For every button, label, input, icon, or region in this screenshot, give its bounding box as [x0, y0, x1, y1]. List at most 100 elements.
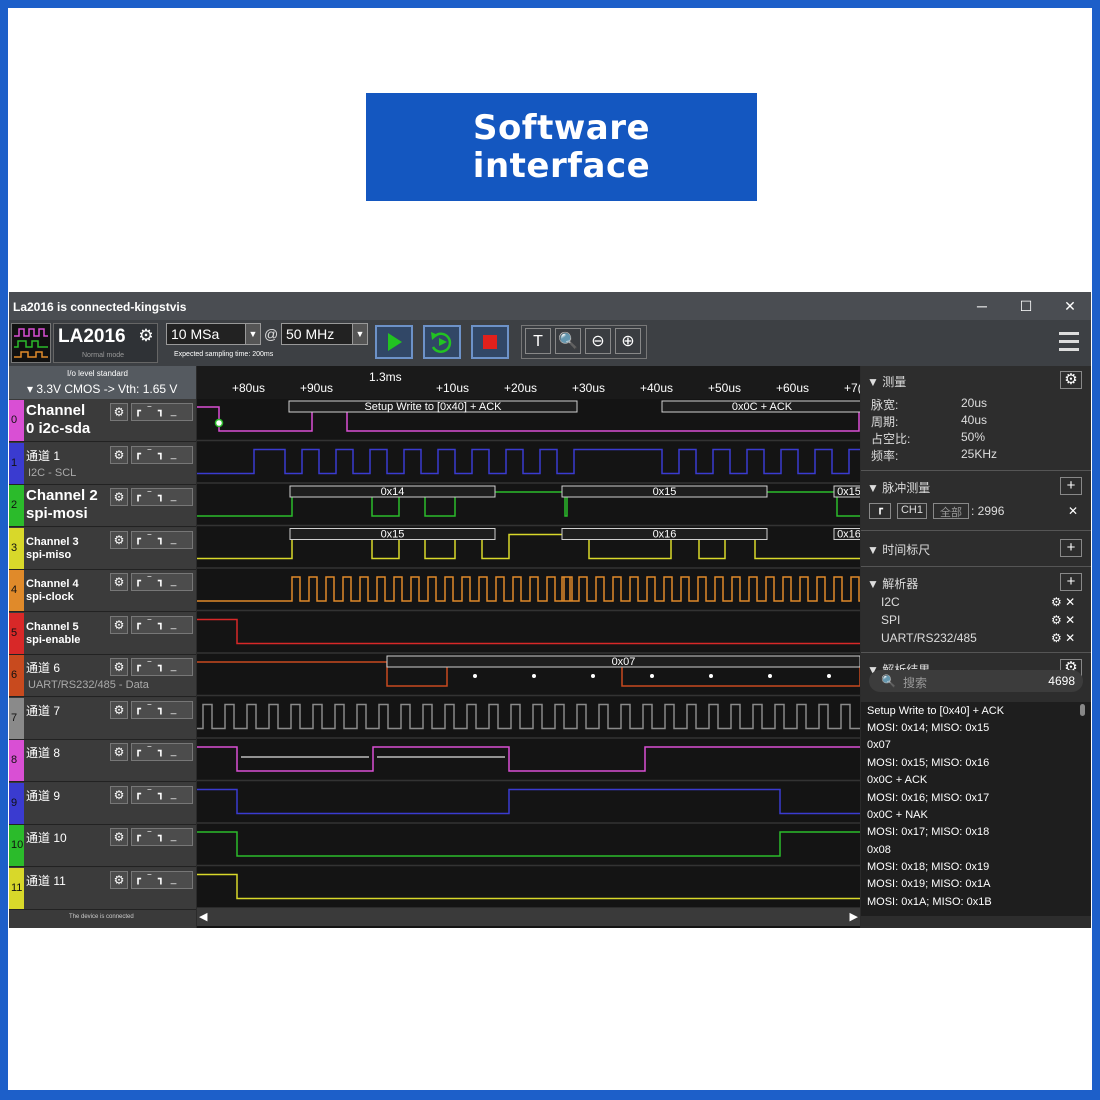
- channel-row[interactable]: 4 Channel 4 spi-clock ⚙ ┏ ‾ ┓ _: [9, 570, 196, 612]
- result-item[interactable]: MOSI: 0x17; MISO: 0x18: [867, 826, 989, 838]
- trigger-selector[interactable]: ┏ ‾ ┓ _: [131, 530, 193, 549]
- trigger-selector[interactable]: ┏ ‾ ┓ _: [131, 445, 193, 464]
- sample-count-select[interactable]: 10 MSa: [166, 323, 246, 345]
- channel-row[interactable]: 5 Channel 5 spi-enable ⚙ ┏ ‾ ┓ _: [9, 612, 196, 655]
- channel-row[interactable]: 11 通道 11 ⚙ ┏ ‾ ┓ _: [9, 867, 196, 910]
- results-scrollbar[interactable]: [1080, 704, 1085, 716]
- hamburger-menu-icon[interactable]: [1059, 332, 1079, 356]
- result-item[interactable]: Setup Write to [0x40] + ACK: [867, 705, 1004, 717]
- decode-bar[interactable]: 0x15: [561, 485, 768, 498]
- channel-name[interactable]: Channel 3: [26, 536, 79, 548]
- result-item[interactable]: MOSI: 0x15; MISO: 0x16: [867, 757, 989, 769]
- add-analyzer-button[interactable]: +: [1060, 573, 1082, 591]
- measure-settings-icon[interactable]: ⚙: [1060, 371, 1082, 389]
- result-item[interactable]: MOSI: 0x19; MISO: 0x1A: [867, 878, 991, 890]
- channel-row[interactable]: 8 通道 8 ⚙ ┏ ‾ ┓ _: [9, 740, 196, 782]
- result-item[interactable]: 0x0C + ACK: [867, 774, 927, 786]
- sample-rate-select[interactable]: 50 MHz: [281, 323, 353, 345]
- gear-icon[interactable]: ⚙: [110, 658, 128, 676]
- gear-icon[interactable]: ⚙: [110, 743, 128, 761]
- gear-icon[interactable]: ⚙: [110, 785, 128, 804]
- analyzer-settings-icon[interactable]: ⚙ ✕: [1051, 613, 1075, 627]
- channel-name[interactable]: 通道 1: [26, 447, 60, 464]
- channel-name[interactable]: 通道 7: [26, 702, 60, 719]
- trigger-selector[interactable]: ┏ ‾ ┓ _: [131, 658, 193, 676]
- trigger-selector[interactable]: ┏ ‾ ┓ _: [131, 403, 193, 421]
- result-item[interactable]: MOSI: 0x1A; MISO: 0x1B: [867, 896, 992, 908]
- analyzer-item[interactable]: I2C: [881, 595, 900, 609]
- decode-bar[interactable]: 0x14: [289, 485, 496, 498]
- add-cursor-button[interactable]: +: [1060, 539, 1082, 557]
- gear-icon[interactable]: ⚙: [110, 488, 128, 506]
- zoom-out-icon[interactable]: ⊖: [585, 328, 611, 354]
- results-search[interactable]: 🔍 搜索 4698: [869, 670, 1083, 692]
- pulse-channel-select[interactable]: CH1: [897, 503, 927, 519]
- results-list[interactable]: Setup Write to [0x40] + ACK MOSI: 0x14; …: [861, 702, 1091, 916]
- channel-row[interactable]: 9 通道 9 ⚙ ┏ ‾ ┓ _: [9, 782, 196, 825]
- maximize-button[interactable]: ☐: [1015, 296, 1037, 316]
- result-item[interactable]: MOSI: 0x16; MISO: 0x17: [867, 792, 989, 804]
- gear-icon[interactable]: ⚙: [110, 530, 128, 549]
- result-item[interactable]: 0x07: [867, 739, 891, 751]
- trigger-selector[interactable]: ┏ ‾ ┓ _: [131, 615, 193, 634]
- trigger-selector[interactable]: ┏ ‾ ┓ _: [131, 488, 193, 506]
- gear-icon[interactable]: ⚙: [110, 615, 128, 634]
- channel-name[interactable]: 通道 9: [26, 787, 60, 804]
- channel-row[interactable]: 10 通道 10 ⚙ ┏ ‾ ┓ _: [9, 825, 196, 867]
- decode-bar[interactable]: Setup Write to [0x40] + ACK: [288, 400, 578, 413]
- gear-icon[interactable]: ⚙: [110, 700, 128, 719]
- device-panel[interactable]: LA2016 ⚙ Normal mode: [53, 323, 158, 363]
- rising-edge-icon[interactable]: ┏: [869, 503, 891, 519]
- analyzer-item[interactable]: SPI: [881, 613, 900, 627]
- channel-row[interactable]: 2 Channel 2 spi-mosi ⚙ ┏ ‾ ┓ _: [9, 485, 196, 527]
- gear-icon[interactable]: ⚙: [110, 403, 128, 421]
- trigger-selector[interactable]: ┏ ‾ ┓ _: [131, 573, 193, 591]
- channel-name[interactable]: Channel 5: [26, 621, 79, 633]
- channel-name[interactable]: Channel 2: [26, 487, 98, 504]
- add-pulse-button[interactable]: +: [1060, 477, 1082, 495]
- chevron-down-icon[interactable]: ▼: [352, 323, 368, 345]
- channel-name[interactable]: Channel: [26, 402, 85, 419]
- gear-icon[interactable]: ⚙: [136, 326, 156, 346]
- channel-row[interactable]: 0 Channel 0 i2c-sda ⚙ ┏ ‾ ┓ _: [9, 400, 196, 442]
- loop-button[interactable]: [423, 325, 461, 359]
- decode-bar[interactable]: 0x16: [833, 528, 860, 541]
- channel-name[interactable]: 通道 6: [26, 659, 60, 676]
- channel-name[interactable]: 通道 8: [26, 744, 60, 761]
- result-item[interactable]: MOSI: 0x14; MISO: 0x15: [867, 722, 989, 734]
- close-icon[interactable]: ✕: [1068, 504, 1078, 518]
- search-input[interactable]: 搜索: [903, 674, 927, 691]
- decode-bar[interactable]: 0x0C + ACK: [661, 400, 860, 413]
- minimize-button[interactable]: ─: [971, 296, 993, 316]
- gear-icon[interactable]: ⚙: [110, 573, 128, 591]
- analyzer-item[interactable]: UART/RS232/485: [881, 631, 977, 645]
- trigger-selector[interactable]: ┏ ‾ ┓ _: [131, 700, 193, 719]
- channel-row[interactable]: 1 通道 1 I2C - SCL ⚙ ┏ ‾ ┓ _: [9, 442, 196, 485]
- scroll-left-icon[interactable]: ◀: [199, 910, 207, 923]
- decode-bar[interactable]: 0x15: [289, 528, 496, 541]
- result-item[interactable]: MOSI: 0x18; MISO: 0x19: [867, 861, 989, 873]
- close-button[interactable]: ✕: [1059, 296, 1081, 316]
- scroll-right-icon[interactable]: ▶: [850, 910, 858, 923]
- pulse-range-select[interactable]: 全部: [933, 503, 969, 519]
- analyzer-settings-icon[interactable]: ⚙ ✕: [1051, 631, 1075, 645]
- zoom-fit-icon[interactable]: 🔍: [555, 328, 581, 354]
- trigger-marker[interactable]: [214, 418, 224, 428]
- decode-bar[interactable]: 0x07: [386, 655, 860, 668]
- zoom-in-icon[interactable]: ⊕: [615, 328, 641, 354]
- trigger-selector[interactable]: ┏ ‾ ┓ _: [131, 870, 193, 889]
- gear-icon[interactable]: ⚙: [110, 828, 128, 846]
- channel-name[interactable]: Channel 4: [26, 578, 79, 590]
- gear-icon[interactable]: ⚙: [110, 445, 128, 464]
- decode-bar[interactable]: 0x15: [833, 485, 860, 498]
- channel-row[interactable]: 7 通道 7 ⚙ ┏ ‾ ┓ _: [9, 697, 196, 740]
- text-icon[interactable]: T: [525, 328, 551, 354]
- gear-icon[interactable]: ⚙: [110, 870, 128, 889]
- decode-bar[interactable]: 0x16: [561, 528, 768, 541]
- waveform-area[interactable]: 1.3ms +80us +90us +10us +20us +30us +40u…: [197, 366, 860, 928]
- io-level-header[interactable]: I/o level standard ▾ 3.3V CMOS -> Vth: 1…: [9, 366, 196, 399]
- channel-name[interactable]: 通道 11: [26, 872, 66, 889]
- channel-row[interactable]: 3 Channel 3 spi-miso ⚙ ┏ ‾ ┓ _: [9, 527, 196, 570]
- stop-button[interactable]: [471, 325, 509, 359]
- result-item[interactable]: 0x08: [867, 844, 891, 856]
